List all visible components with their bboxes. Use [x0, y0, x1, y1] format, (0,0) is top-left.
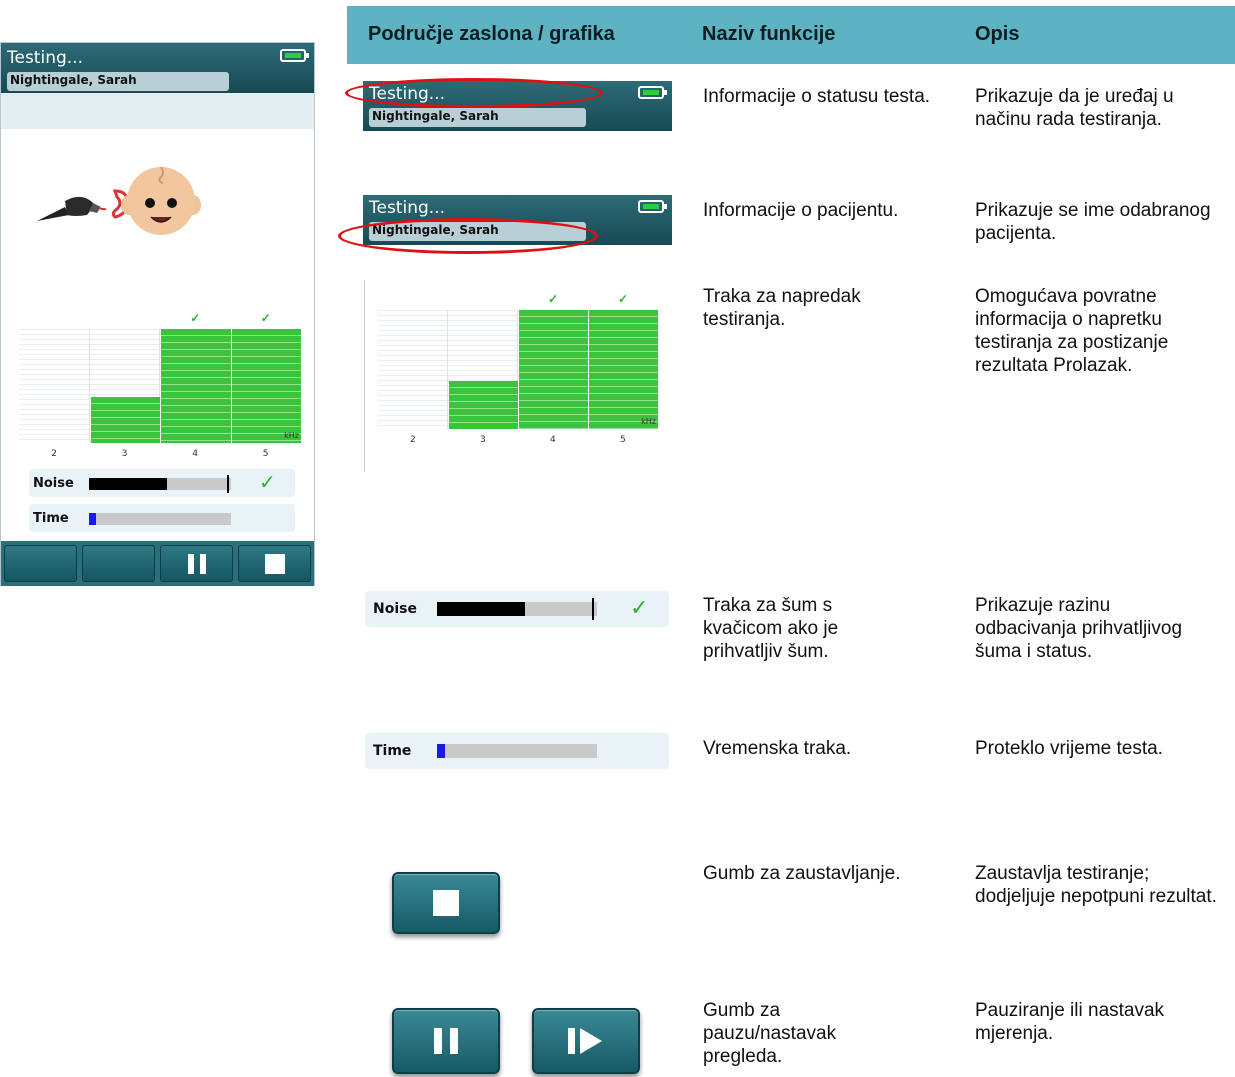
time-label: Time — [373, 743, 412, 759]
column-header-graphic: Područje zaslona / grafika — [368, 23, 615, 45]
time-meter: Time — [29, 504, 295, 532]
highlight-ellipse — [345, 78, 603, 108]
frequency-tick-label: 3 — [480, 435, 486, 445]
noise-track — [437, 598, 597, 620]
row-function: Vremenska traka. — [703, 738, 852, 759]
baby-icon — [121, 166, 201, 235]
time-elapsed-bar — [89, 513, 97, 525]
pass-check-icon: ✓ — [548, 292, 559, 306]
ear-probe-icon — [37, 189, 129, 221]
row-function: Gumb za zaustavljanje. — [703, 863, 901, 884]
frequency-tick-label: 2 — [51, 449, 57, 459]
frequency-tick-label: 4 — [550, 435, 556, 445]
stop-icon — [433, 890, 459, 916]
highlight-ellipse — [338, 218, 598, 254]
check-icon: ✓ — [259, 472, 276, 494]
noise-meter: Noise ✓ — [365, 591, 669, 627]
time-elapsed-bar — [437, 744, 445, 758]
row-description: Prikazuje se ime odabranog pacijenta. — [975, 200, 1211, 244]
noise-label: Noise — [373, 601, 417, 617]
noise-meter: Noise ✓ — [29, 469, 295, 497]
row-description: Omogućava povratne informacija o napretk… — [975, 286, 1169, 376]
noise-track — [89, 475, 231, 493]
pause-icon — [434, 1028, 458, 1054]
progress-bar — [89, 397, 160, 443]
stop-button[interactable] — [238, 545, 311, 582]
row-description: Proteklo vrijeme testa. — [975, 738, 1163, 759]
row-description: Prikazuje razinu odbacivanja prihvatljiv… — [975, 595, 1183, 662]
progress-bar — [448, 381, 518, 429]
button-bar — [1, 541, 314, 586]
column-header-function: Naziv funkcije — [702, 23, 836, 45]
blank-button[interactable] — [82, 545, 155, 582]
progress-column-grid — [378, 310, 448, 429]
row-function: Gumb za pauzu/nastavak pregleda. — [703, 1000, 837, 1067]
resume-button[interactable] — [532, 1008, 640, 1074]
progress-bar — [588, 310, 658, 429]
time-track — [437, 744, 597, 758]
play-icon — [568, 1028, 602, 1054]
progress-bar — [160, 329, 231, 443]
pass-check-icon: ✓ — [260, 311, 271, 325]
battery-icon — [280, 49, 309, 62]
status-title: Testing... — [369, 198, 445, 218]
progress-chart: 2 3 ✓ 4 ✓ 5 kHz — [378, 292, 658, 451]
sub-bar — [1, 93, 314, 129]
noise-level-bar — [437, 602, 525, 616]
patient-name: Nightingale, Sarah — [7, 72, 229, 91]
pass-check-icon: ✓ — [190, 311, 201, 325]
time-track — [89, 513, 231, 525]
frequency-tick-label: 2 — [410, 435, 416, 445]
frequency-tick-label: 5 — [262, 449, 269, 459]
pause-icon — [187, 553, 206, 574]
noise-label: Noise — [33, 476, 74, 491]
unit-label: kHz — [641, 417, 656, 426]
row-description: Pauziranje ili nastavak mjerenja. — [975, 1000, 1165, 1044]
pause-button[interactable] — [392, 1008, 500, 1074]
progress-column-grid — [19, 329, 90, 443]
status-header: Testing... Nightingale, Sarah — [1, 43, 314, 93]
battery-icon — [638, 86, 667, 99]
row-function: Traka za šum s kvačicom ako je prihvatlj… — [703, 595, 839, 662]
row-function: Informacije o pacijentu. — [703, 200, 899, 221]
row-function: Traka za napredak testiranja. — [703, 286, 861, 330]
noise-threshold-marker — [592, 598, 595, 620]
noise-level-bar — [89, 478, 168, 490]
table-header: Područje zaslona / grafika Naziv funkcij… — [347, 6, 1235, 64]
progress-bar — [518, 310, 588, 429]
divider — [364, 280, 365, 472]
time-label: Time — [33, 511, 69, 526]
row-description: Zaustavlja testiranje; dodjeljuje nepotp… — [975, 863, 1217, 907]
frequency-tick-label: 5 — [620, 435, 626, 445]
stop-button[interactable] — [392, 872, 500, 934]
status-title: Testing... — [7, 48, 83, 68]
battery-icon — [638, 200, 667, 213]
row-function: Informacije o statusu testa. — [703, 86, 931, 107]
time-meter: Time — [365, 733, 669, 769]
row-description: Prikazuje da je uređaj u načinu rada tes… — [975, 86, 1174, 130]
frequency-tick-label: 3 — [121, 449, 128, 459]
check-icon: ✓ — [630, 595, 649, 620]
pause-button[interactable] — [160, 545, 233, 582]
noise-threshold-marker — [226, 475, 229, 493]
device-screen: Testing... Nightingale, Sarah 2 3 ✓ 4 ✓ 5 kHz … — [0, 42, 315, 586]
progress-bar — [230, 329, 301, 443]
pass-check-icon: ✓ — [618, 292, 629, 306]
blank-button[interactable] — [4, 545, 77, 582]
stop-icon — [264, 553, 285, 574]
frequency-tick-label: 4 — [192, 449, 198, 459]
column-header-description: Opis — [975, 23, 1020, 45]
progress-chart: 2 3 ✓ 4 ✓ 5 kHz — [19, 311, 301, 465]
patient-name: Nightingale, Sarah — [369, 108, 586, 127]
unit-label: kHz — [284, 431, 299, 440]
